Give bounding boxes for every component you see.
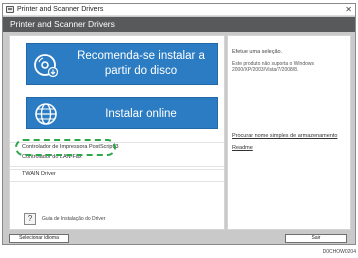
page-title: Printer and Scanner Drivers	[10, 19, 115, 29]
disc-install-icon	[34, 54, 58, 77]
select-language-button[interactable]: Selecionar idioma	[9, 234, 69, 243]
os-support-note: Este produto não suporta o Windows 2000/…	[232, 61, 314, 73]
selection-prompt: Efetue uma seleção.	[232, 49, 283, 55]
exit-button[interactable]: Sair	[285, 234, 347, 243]
driver-install-guide-link[interactable]: Guia de Instalação do Driver	[42, 216, 105, 223]
close-icon[interactable]: ✕	[345, 4, 352, 15]
left-panel: Recomenda-se instalar a partir do disco …	[9, 35, 225, 230]
install-from-disc-button[interactable]: Recomenda-se instalar a partir do disco	[26, 43, 218, 85]
title-bar: Printer and Scanner Drivers ✕	[3, 4, 355, 16]
printer-icon	[6, 6, 14, 13]
list-divider	[10, 166, 224, 167]
driver-item-twain[interactable]: TWAIN Driver	[10, 169, 224, 179]
list-divider	[10, 181, 224, 182]
info-panel: Efetue uma seleção. Este produto não sup…	[227, 35, 351, 230]
globe-icon	[35, 103, 57, 125]
installer-window: Printer and Scanner Drivers ✕ Printer an…	[2, 3, 356, 245]
window-title: Printer and Scanner Drivers	[17, 6, 104, 13]
install-from-disc-label: Recomenda-se instalar a partir do disco	[77, 50, 205, 77]
figure-code: D0CHOW0204	[322, 249, 356, 255]
readme-link[interactable]: Readme	[232, 145, 253, 152]
install-online-label: Instalar online	[105, 108, 177, 120]
header-bar: Printer and Scanner Drivers	[3, 17, 355, 32]
search-storage-name-link[interactable]: Procurar nome simples de armazenamento	[232, 133, 337, 140]
help-icon[interactable]: ?	[24, 213, 36, 225]
install-online-button[interactable]: Instalar online	[26, 97, 218, 129]
highlight-callout	[15, 139, 116, 156]
